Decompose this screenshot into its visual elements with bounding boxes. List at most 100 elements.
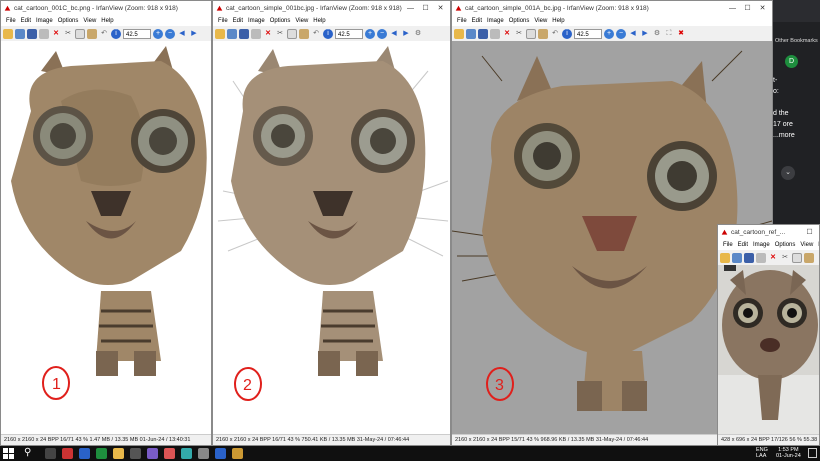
menu-file[interactable]: File [457,18,467,24]
zoom-input[interactable]: 42.5 [574,28,602,39]
app-icon-12[interactable] [232,448,243,459]
print-icon[interactable] [490,28,500,39]
menu-file[interactable]: File [218,18,228,24]
notification-icon[interactable] [808,448,817,458]
undo-icon[interactable]: ↶ [311,29,321,39]
print-icon[interactable] [39,28,49,39]
zoom-out-icon[interactable]: − [165,28,175,39]
irfanview-window-1[interactable]: cat_cartoon_001C_bc.png - IrfanView (Zoo… [0,0,212,446]
chevron-down-icon[interactable]: ⌄ [781,166,795,180]
fullscreen-icon[interactable]: ⛶ [664,29,674,39]
open-folder-icon[interactable] [3,28,13,39]
language-indicator[interactable]: ENG LAA [756,447,768,459]
app-icon-7[interactable] [147,448,158,459]
menu-image[interactable]: Image [487,18,504,24]
image-viewport[interactable]: 2 [213,41,450,434]
bookmarks-bar[interactable]: Other Bookmarks [775,38,818,44]
menu-view[interactable]: View [295,18,308,24]
title-bar[interactable]: cat_cartoon_simple_001bc.jpg - IrfanView… [213,1,450,16]
title-bar[interactable]: cat_cartoon_ref_... ☐ [718,225,819,240]
slideshow-icon[interactable] [15,28,25,39]
info-icon[interactable]: i [323,28,333,39]
cut-icon[interactable]: ✂ [275,29,285,39]
page-text-line-6[interactable]: ...more [773,130,820,141]
slideshow-icon[interactable] [466,28,476,39]
menu-view[interactable]: View [800,242,813,248]
copy-icon[interactable] [792,252,802,263]
cut-icon[interactable]: ✂ [780,253,790,263]
settings-icon[interactable]: ⚙ [413,29,423,39]
open-folder-icon[interactable] [454,28,464,39]
avatar[interactable]: D [785,55,798,68]
previous-icon[interactable]: ◀ [628,29,638,39]
app-icon-9[interactable] [181,448,192,459]
save-icon[interactable] [27,28,37,39]
title-bar[interactable]: cat_cartoon_simple_001A_bc.jpg - IrfanVi… [452,1,772,16]
minimize-button[interactable]: — [403,1,418,16]
irfanview-window-2[interactable]: cat_cartoon_simple_001bc.jpg - IrfanView… [212,0,451,446]
cut-icon[interactable]: ✂ [63,29,73,39]
maximize-button[interactable]: ☐ [802,225,817,240]
maximize-button[interactable]: ☐ [740,1,755,16]
copy-icon[interactable] [75,28,85,39]
menu-options[interactable]: Options [58,18,79,24]
save-icon[interactable] [478,28,488,39]
open-folder-icon[interactable] [215,28,225,39]
zoom-out-icon[interactable]: − [377,28,387,39]
next-icon[interactable]: ▶ [189,29,199,39]
cut-icon[interactable]: ✂ [514,29,524,39]
delete-icon[interactable]: ✕ [263,29,273,39]
menu-image[interactable]: Image [36,18,53,24]
minimize-button[interactable]: — [725,1,740,16]
copy-icon[interactable] [287,28,297,39]
title-bar[interactable]: cat_cartoon_001C_bc.png - IrfanView (Zoo… [1,1,211,16]
paste-icon[interactable] [538,28,548,39]
print-icon[interactable] [756,252,766,263]
zoom-input[interactable]: 42.5 [123,28,151,39]
zoom-in-icon[interactable]: + [365,28,375,39]
print-icon[interactable] [251,28,261,39]
previous-icon[interactable]: ◀ [177,29,187,39]
info-icon[interactable]: i [562,28,572,39]
exit-icon[interactable]: ✖ [676,29,686,39]
app-icon-4[interactable] [96,448,107,459]
menu-options[interactable]: Options [509,18,530,24]
open-folder-icon[interactable] [720,252,730,263]
copy-icon[interactable] [526,28,536,39]
menu-edit[interactable]: Edit [738,242,748,248]
menu-options[interactable]: Options [775,242,796,248]
menu-help[interactable]: Help [552,18,564,24]
save-icon[interactable] [744,252,754,263]
close-button[interactable]: ✕ [433,1,448,16]
image-viewport[interactable]: 1 [1,41,211,434]
menu-view[interactable]: View [83,18,96,24]
app-icon-8[interactable] [164,448,175,459]
delete-icon[interactable]: ✕ [51,29,61,39]
irfanview-window-4[interactable]: cat_cartoon_ref_... ☐ File Edit Image Optio… [717,224,820,446]
menu-options[interactable]: Options [270,18,291,24]
undo-icon[interactable]: ↶ [550,29,560,39]
app-icon-10[interactable] [198,448,209,459]
app-icon-1[interactable] [45,448,56,459]
menu-help[interactable]: Help [313,18,325,24]
menu-image[interactable]: Image [753,242,770,248]
maximize-button[interactable]: ☐ [418,1,433,16]
zoom-in-icon[interactable]: + [604,28,614,39]
image-viewport[interactable] [718,265,819,434]
paste-icon[interactable] [299,28,309,39]
settings-icon[interactable]: ⚙ [652,29,662,39]
close-button[interactable]: ✕ [755,1,770,16]
app-icon-6[interactable] [130,448,141,459]
paste-icon[interactable] [804,252,814,263]
delete-icon[interactable]: ✕ [768,253,778,263]
delete-icon[interactable]: ✕ [502,29,512,39]
next-icon[interactable]: ▶ [401,29,411,39]
menu-view[interactable]: View [534,18,547,24]
undo-icon[interactable]: ↶ [99,29,109,39]
paste-icon[interactable] [87,28,97,39]
app-icon-2[interactable] [62,448,73,459]
app-icon-11[interactable] [215,448,226,459]
next-icon[interactable]: ▶ [640,29,650,39]
previous-icon[interactable]: ◀ [389,29,399,39]
zoom-input[interactable]: 42.5 [335,28,363,39]
